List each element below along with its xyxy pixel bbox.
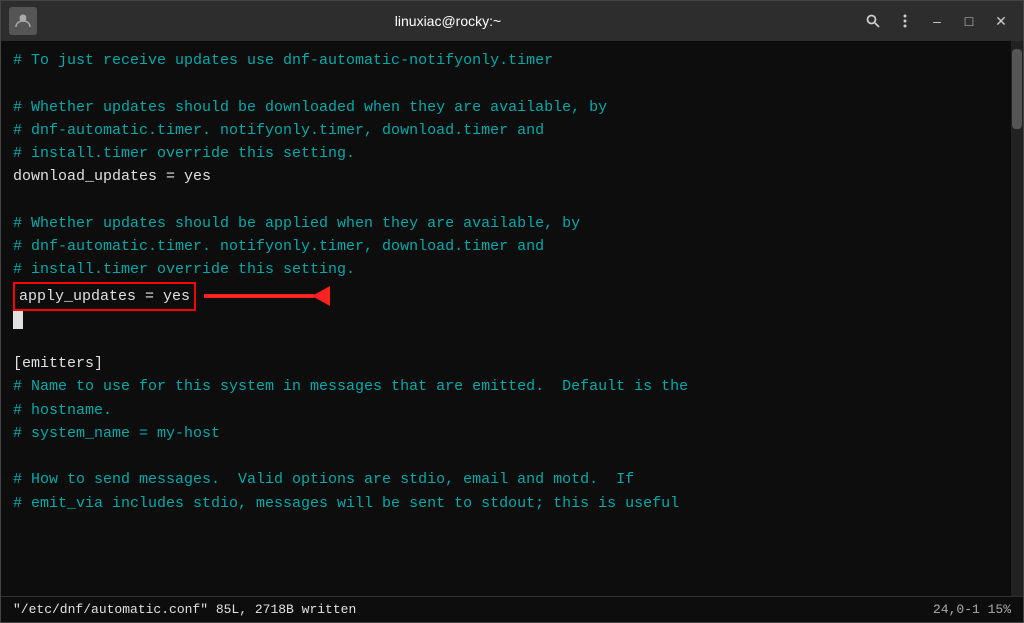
line-blank-2 [13,189,999,212]
window-title: linuxiac@rocky:~ [37,13,859,29]
menu-button[interactable] [891,7,919,35]
titlebar: linuxiac@rocky:~ – □ [1,1,1023,41]
apply-updates-line: apply_updates = yes [13,282,196,311]
line-8: # install.timer override this setting. [13,258,999,281]
line-blank-3 [13,329,999,352]
line-11: # system_name = my-host [13,422,999,445]
line-12: # How to send messages. Valid options ar… [13,468,999,491]
cursor-line [13,311,999,329]
close-button[interactable]: ✕ [987,7,1015,35]
line-4: # install.timer override this setting. [13,142,999,165]
statusbar: "/etc/dnf/automatic.conf" 85L, 2718B wri… [1,596,1023,622]
titlebar-controls: – □ ✕ [859,7,1015,35]
arrow-line [204,294,314,298]
statusbar-right: 24,0-1 15% [933,602,1011,617]
minimize-button[interactable]: – [923,7,951,35]
red-arrow [204,286,330,306]
cursor-block [13,311,23,329]
line-9: # Name to use for this system in message… [13,375,999,398]
highlighted-line-row: apply_updates = yes [13,282,999,311]
line-2: # Whether updates should be downloaded w… [13,96,999,119]
scrollbar[interactable] [1011,41,1023,596]
search-button[interactable] [859,7,887,35]
line-blank-4 [13,445,999,468]
terminal-wrapper: # To just receive updates use dnf-automa… [1,41,1023,596]
statusbar-left: "/etc/dnf/automatic.conf" 85L, 2718B wri… [13,602,356,617]
line-5: download_updates = yes [13,165,999,188]
maximize-button[interactable]: □ [955,7,983,35]
terminal-window: linuxiac@rocky:~ – □ [0,0,1024,623]
avatar-icon [9,7,37,35]
line-emitters: [emitters] [13,352,999,375]
line-6: # Whether updates should be applied when… [13,212,999,235]
titlebar-left [9,7,37,35]
terminal-content[interactable]: # To just receive updates use dnf-automa… [1,41,1011,596]
line-3: # dnf-automatic.timer. notifyonly.timer,… [13,119,999,142]
line-1: # To just receive updates use dnf-automa… [13,49,999,72]
arrow-head [312,286,330,306]
line-10: # hostname. [13,399,999,422]
line-13: # emit_via includes stdio, messages will… [13,492,999,515]
scrollbar-thumb[interactable] [1012,49,1022,129]
line-7: # dnf-automatic.timer. notifyonly.timer,… [13,235,999,258]
line-blank-1 [13,72,999,95]
